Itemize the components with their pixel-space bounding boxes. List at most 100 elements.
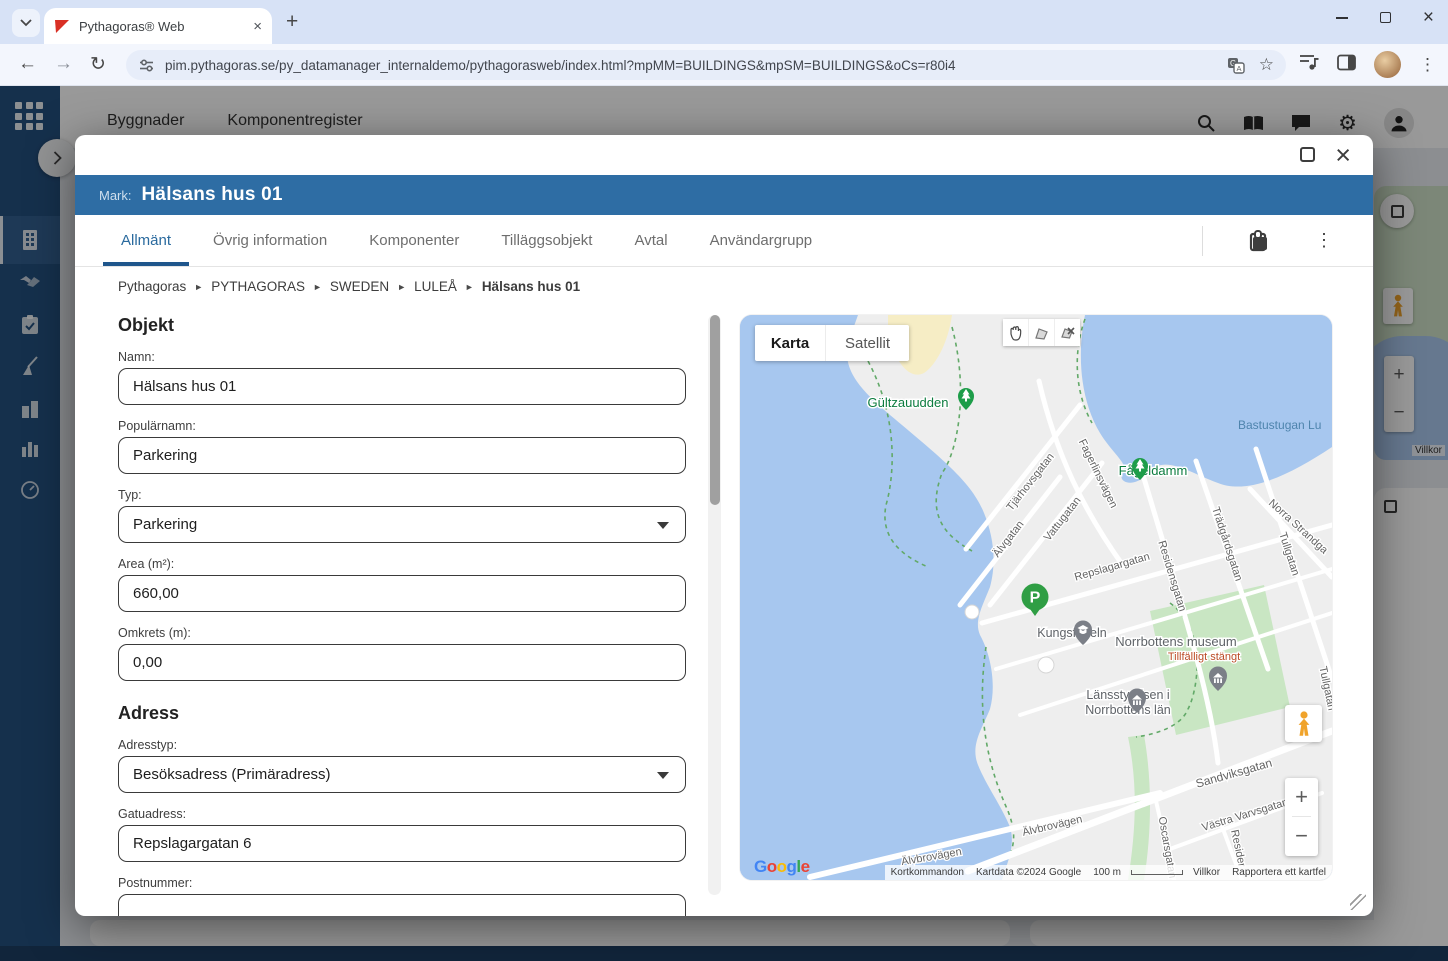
google-logo: Google: [754, 857, 810, 877]
caret-down-icon: [657, 772, 669, 779]
tab-komponenter[interactable]: Komponenter: [348, 215, 480, 266]
poi-status-museum: Tillfälligt stängt: [1168, 651, 1240, 663]
dialog-maximize-button[interactable]: [1300, 147, 1315, 162]
field-omkrets: Omkrets (m):: [118, 626, 686, 681]
dialog-body: Pythagoras ► PYTHAGORAS ► SWEDEN ► LULEÅ…: [75, 267, 1373, 916]
draw-polygon-button[interactable]: [1029, 319, 1054, 346]
map-panel[interactable]: Tjärhovsgatan Fagerlinsvägen Vattugatan …: [740, 315, 1332, 880]
gatuadress-input[interactable]: [118, 825, 686, 862]
window-minimize-button[interactable]: [1336, 17, 1348, 19]
zoom-out-button[interactable]: −: [1295, 817, 1308, 855]
forward-button[interactable]: →: [54, 53, 73, 75]
map-type-satellit-button[interactable]: Satellit: [825, 325, 909, 361]
dialog-chrome: ×: [75, 135, 1373, 175]
pegman-button[interactable]: [1285, 705, 1322, 742]
tab-close-icon[interactable]: ×: [253, 19, 262, 34]
tab-avtal[interactable]: Avtal: [613, 215, 688, 266]
area-input[interactable]: [118, 575, 686, 612]
window-close-button[interactable]: ×: [1423, 8, 1434, 27]
field-label: Namn:: [118, 350, 686, 364]
tab-tillaggsobjekt[interactable]: Tilläggsobjekt: [480, 215, 613, 266]
popularnamn-input[interactable]: [118, 437, 686, 474]
field-label: Postnummer:: [118, 876, 686, 890]
polygon-delete-icon: [1060, 326, 1075, 340]
browser-profile-avatar[interactable]: [1374, 51, 1401, 78]
breadcrumb-item[interactable]: LULEÅ: [414, 279, 457, 294]
divider: [1202, 226, 1203, 256]
poi-label-gultzauudden: Gültzauudden: [868, 395, 949, 410]
breadcrumb-arrow-icon: ►: [313, 282, 322, 292]
tab-ovrig-information[interactable]: Övrig information: [192, 215, 348, 266]
field-label: Populärnamn:: [118, 419, 686, 433]
report-error-link[interactable]: Rapportera ett kartfel: [1226, 867, 1332, 878]
attachment-icon[interactable]: [1247, 229, 1269, 253]
chevron-down-icon: [20, 19, 32, 27]
window-controls: ×: [1336, 8, 1434, 27]
media-controls-icon[interactable]: [1299, 53, 1319, 76]
object-type-label: Mark:: [99, 188, 132, 203]
field-label: Omkrets (m):: [118, 626, 686, 640]
side-panel-icon[interactable]: [1337, 54, 1356, 76]
caret-down-icon: [657, 522, 669, 529]
breadcrumb-arrow-icon: ►: [465, 282, 474, 292]
omkrets-input[interactable]: [118, 644, 686, 681]
polygon-icon: [1034, 326, 1049, 340]
browser-toolbar: ← → ↻ pim.pythagoras.se/py_datamanager_i…: [0, 44, 1448, 86]
breadcrumb-arrow-icon: ►: [194, 282, 203, 292]
browser-menu-icon[interactable]: ⋮: [1419, 55, 1436, 75]
dialog-menu-icon[interactable]: ⋮: [1315, 230, 1333, 251]
terms-link[interactable]: Villkor: [1187, 867, 1226, 878]
translate-icon[interactable]: GA: [1227, 57, 1245, 74]
roundabout: [1038, 657, 1054, 673]
map-attribution: Kortkommandon Kartdata ©2024 Google 100 …: [885, 865, 1332, 880]
namn-input[interactable]: [118, 368, 686, 405]
keyboard-shortcuts-link[interactable]: Kortkommandon: [885, 867, 970, 878]
new-tab-button[interactable]: +: [286, 10, 298, 34]
reload-button[interactable]: ↻: [90, 53, 106, 76]
delete-polygon-button[interactable]: [1055, 319, 1080, 346]
breadcrumb-item[interactable]: Pythagoras: [118, 279, 186, 294]
tab-title: Pythagoras® Web: [79, 19, 253, 34]
pan-hand-button[interactable]: [1003, 319, 1028, 346]
map-type-karta-button[interactable]: Karta: [755, 325, 825, 361]
map-draw-tools: [1003, 319, 1080, 346]
dialog-close-button[interactable]: ×: [1335, 137, 1351, 173]
section-heading-objekt: Objekt: [118, 315, 686, 336]
breadcrumb-item[interactable]: SWEDEN: [330, 279, 389, 294]
app-background: Byggnader Komponentregister ⚙: [0, 86, 1448, 961]
postnummer-input[interactable]: [118, 894, 686, 916]
field-adresstyp: Adresstyp: Besöksadress (Primäradress): [118, 738, 686, 793]
browser-tabstrip: Pythagoras® Web × + ×: [0, 0, 1448, 44]
form-scrollbar[interactable]: [708, 315, 721, 895]
poi-label-museum: Norrbottens museum: [1115, 634, 1236, 649]
zoom-in-button[interactable]: +: [1295, 778, 1308, 816]
address-bar[interactable]: pim.pythagoras.se/py_datamanager_interna…: [126, 50, 1286, 80]
map-zoom-control: + −: [1285, 778, 1318, 856]
browser-tab[interactable]: Pythagoras® Web ×: [44, 8, 272, 44]
tab-anvandargrupp[interactable]: Användargrupp: [689, 215, 834, 266]
field-namn: Namn:: [118, 350, 686, 405]
typ-select[interactable]: Parkering: [118, 506, 686, 543]
site-settings-icon[interactable]: [138, 57, 155, 74]
field-popularnamn: Populärnamn:: [118, 419, 686, 474]
hand-icon: [1008, 325, 1023, 341]
poi-label-bastustugan: Bastustugan Lu: [1238, 418, 1321, 432]
dialog-resize-handle[interactable]: [1350, 894, 1366, 910]
field-label: Gatuadress:: [118, 807, 686, 821]
adresstyp-select[interactable]: Besöksadress (Primäradress): [118, 756, 686, 793]
tab-allmant[interactable]: Allmänt: [100, 215, 192, 266]
dialog-tabs: Allmänt Övrig information Komponenter Ti…: [75, 215, 1373, 267]
back-button[interactable]: ←: [18, 53, 37, 75]
breadcrumb-item[interactable]: PYTHAGORAS: [211, 279, 305, 294]
field-label: Adresstyp:: [118, 738, 686, 752]
map-type-control: Karta Satellit: [755, 325, 909, 361]
svg-text:A: A: [1236, 64, 1241, 73]
svg-text:P: P: [1030, 590, 1041, 607]
map-canvas[interactable]: Tjärhovsgatan Fagerlinsvägen Vattugatan …: [740, 315, 1332, 880]
toolbar-right: ⋮: [1299, 51, 1436, 78]
tab-search-button[interactable]: [12, 9, 40, 37]
scrollbar-thumb[interactable]: [710, 315, 720, 505]
bookmark-star-icon[interactable]: ☆: [1259, 55, 1274, 75]
url-text[interactable]: pim.pythagoras.se/py_datamanager_interna…: [165, 58, 1213, 73]
window-maximize-button[interactable]: [1380, 12, 1391, 23]
